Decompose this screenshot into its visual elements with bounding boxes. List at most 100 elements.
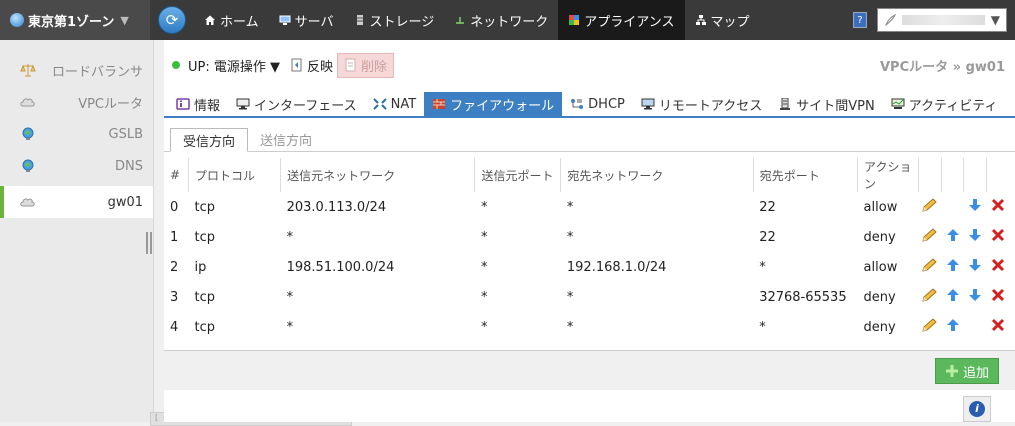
move-up-button[interactable] [941,312,964,342]
sidebar-item-gw01[interactable]: gw01 [0,186,153,218]
nav-network-label: ネットワーク [470,14,549,30]
move-down-button[interactable] [964,252,987,282]
sidebar: ロードバランサ VPCルータ GSLB DNS gw01 [0,40,154,422]
edit-rule-button[interactable] [919,312,942,342]
breadcrumb: VPCルータ » gw01 [880,60,1005,75]
tab-label: 情報 [194,98,221,114]
sidebar-item-vpcrouter[interactable]: VPCルータ [0,86,153,118]
account-caret-icon: ▼ [990,13,1000,27]
scale-icon [20,64,36,77]
nav-map[interactable]: マップ [685,0,760,40]
delete-rule-button[interactable] [986,192,1009,222]
edit-rule-button[interactable] [919,222,942,252]
tab-label: リモートアクセス [658,98,763,114]
account-selector[interactable]: ▼ [877,8,1007,32]
tab-outbound[interactable]: 送信方向 [248,127,324,151]
globe-icon [10,13,24,27]
delete-rule-button[interactable] [986,282,1009,312]
delete-x-icon [991,318,1004,332]
tab-activity[interactable]: アクティビティ [883,92,1006,116]
zone-selector[interactable]: 東京第1ゾーン ▼ [0,0,150,40]
cell-destination-port: * [759,319,766,335]
col-number: # [164,158,190,192]
reflect-button[interactable]: 反映 [290,56,333,75]
tab-label: DHCP [588,96,625,112]
cell-number: 2 [170,259,179,275]
move-up-button[interactable] [941,222,964,252]
delete-rule-button[interactable] [986,252,1009,282]
status-up-indicator [172,61,180,69]
move-up-button[interactable] [941,282,964,312]
tab-inbound[interactable]: 受信方向 [170,128,249,152]
nav-network[interactable]: ネットワーク [444,0,558,40]
sidebar-item-gslb[interactable]: GSLB [0,118,153,150]
delete-rule-button[interactable] [986,312,1009,342]
move-down-button [964,312,987,342]
move-up-button [941,192,964,222]
arrow-down-icon [969,229,982,241]
add-rule-button[interactable]: 追加 [935,358,999,384]
cell-protocol: tcp [194,319,216,335]
move-up-button[interactable] [941,252,964,282]
globe-icon [22,159,34,172]
tab-nat[interactable]: NAT [365,92,425,116]
edit-rule-button[interactable] [919,192,942,222]
info-button[interactable]: i [963,396,991,422]
col-up [941,158,965,192]
cell-source-port: * [480,289,488,305]
move-down-button[interactable] [964,222,987,252]
table-row: 1 tcp * * * 22 deny [164,222,1009,252]
server-tower-icon [780,98,791,110]
delete-button[interactable]: 削除 [337,52,395,78]
edit-rule-button[interactable] [919,282,942,312]
sidebar-item-label: VPCルータ [78,96,143,112]
cell-destination-network: * [566,229,574,245]
tab-info[interactable]: 情報 [168,92,228,116]
delete-rule-button[interactable] [986,222,1009,252]
move-down-button[interactable] [964,192,987,222]
nav-storage[interactable]: ストレージ [344,0,445,40]
sidebar-resize-handle[interactable] [146,232,152,254]
cell-destination-port: * [759,259,766,275]
tab-dhcp[interactable]: DHCP [562,92,633,116]
activity-monitor-icon [891,98,905,109]
nav-map-label: マップ [710,14,750,30]
cell-source-network: * [286,289,294,305]
tab-label: サイト間VPN [796,98,875,114]
sidebar-item-loadbalancer[interactable]: ロードバランサ [0,54,153,86]
feather-icon [885,14,896,26]
pencil-icon [922,258,937,272]
nav-server[interactable]: サーバ [269,0,344,40]
sidebar-item-label: GSLB [108,126,144,142]
cell-source-port: * [480,229,488,245]
storage-icon [356,15,363,25]
nav-server-label: サーバ [294,14,334,30]
edit-rule-button[interactable] [919,252,942,282]
sidebar-item-label: ロードバランサ [51,64,143,80]
col-protocol: プロトコル [188,158,282,192]
cell-source-port: * [480,259,488,275]
cell-protocol: tcp [194,229,216,245]
cell-destination-network: * [566,319,574,335]
cell-destination-port: 22 [759,199,776,215]
col-destination-port: 宛先ポート [753,158,859,192]
tab-site-vpn[interactable]: サイト間VPN [770,92,882,116]
refresh-button[interactable]: ⟳ [158,6,186,34]
pencil-icon [922,288,937,302]
nav-home[interactable]: ホーム [194,0,269,40]
power-control-menu[interactable]: UP: 電源操作 ▼ [188,56,280,75]
nav-appliance[interactable]: アプライアンス [558,0,685,40]
tab-label: ファイアウォール [450,98,555,114]
appliance-icon [569,15,580,25]
move-down-button[interactable] [964,282,987,312]
plus-icon [945,365,958,377]
tab-interface[interactable]: インターフェース [228,92,365,116]
tab-firewall[interactable]: ファイアウォール [424,92,563,116]
tab-remote-access[interactable]: リモートアクセス [633,92,770,116]
help-button[interactable]: ? [853,12,867,28]
sidebar-item-dns[interactable]: DNS [0,150,153,182]
monitor-icon [236,98,250,110]
tab-label: NAT [390,96,417,112]
tab-label: アクティビティ [908,98,998,114]
cell-number: 3 [170,289,179,305]
